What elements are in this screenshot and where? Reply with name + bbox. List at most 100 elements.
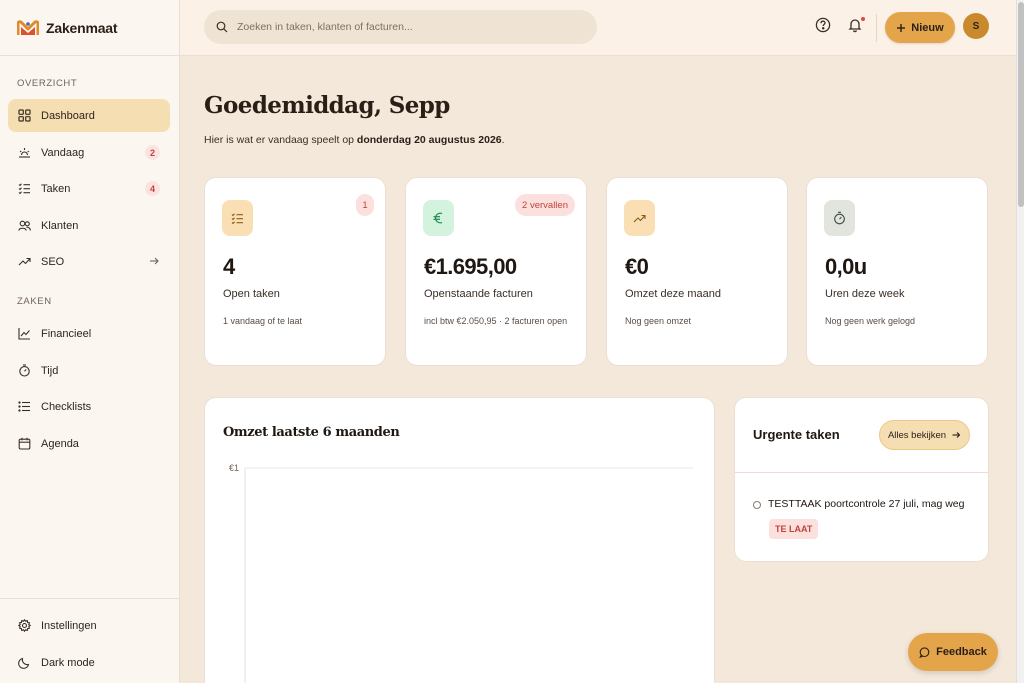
subtitle-suffix: . — [501, 134, 505, 146]
chat-bubble-icon — [919, 646, 930, 658]
trend-icon — [18, 255, 31, 268]
new-button[interactable]: Nieuw — [885, 12, 955, 43]
moon-icon — [18, 656, 31, 669]
stat-card-hours-week[interactable]: 0,0u Uren deze week Nog geen werk gelogd — [806, 177, 988, 366]
revenue-chart: €1 — [229, 463, 693, 683]
stat-card-open-tasks[interactable]: 1 4 Open taken 1 vandaag of te laat — [204, 177, 386, 366]
scrollbar[interactable] — [1016, 0, 1024, 683]
count-badge: 4 — [145, 181, 160, 196]
help-button[interactable] — [815, 17, 833, 35]
stat-card-open-invoices[interactable]: 2 vervallen €1.695,00 Openstaande factur… — [405, 177, 587, 366]
sidebar-item-label: Checklists — [41, 400, 92, 413]
users-icon — [18, 219, 31, 232]
sidebar-item-label: Dark mode — [41, 656, 95, 669]
sidebar-item-label: Agenda — [41, 437, 79, 450]
plus-icon — [896, 23, 906, 33]
view-all-label: Alles bekijken — [887, 429, 947, 441]
sidebar-item-seo[interactable]: SEO — [8, 245, 170, 278]
stat-icon-wrap — [222, 200, 253, 236]
stat-note: 1 vandaag of te laat — [223, 316, 303, 326]
notification-dot — [861, 17, 865, 21]
status-badge: 1 — [356, 194, 374, 216]
stopwatch-icon — [18, 364, 31, 377]
avatar[interactable]: S — [963, 13, 989, 39]
sidebar-item-financieel[interactable]: Financieel — [8, 317, 170, 350]
stat-card-revenue-month[interactable]: €0 Omzet deze maand Nog geen omzet — [606, 177, 788, 366]
feedback-button[interactable]: Feedback — [908, 633, 998, 671]
task-title: TESTTAAK poortcontrole 27 juli, mag weg — [768, 498, 965, 510]
stat-value: 0,0u — [825, 254, 867, 279]
sidebar-item-label: Taken — [41, 182, 71, 195]
stat-note: Nog geen omzet — [625, 316, 692, 326]
grid-icon — [18, 109, 31, 122]
feedback-label: Feedback — [936, 646, 987, 658]
brand[interactable]: Zakenmaat — [0, 0, 179, 56]
sidebar-item-tijd[interactable]: Tijd — [8, 354, 170, 387]
sunrise-icon — [18, 146, 31, 159]
urgent-tasks-header: Urgente taken Alles bekijken — [735, 398, 988, 473]
sidebar-item-agenda[interactable]: Agenda — [8, 427, 170, 460]
stat-label: Omzet deze maand — [625, 288, 721, 300]
arrow-right-icon — [148, 255, 160, 267]
stat-note: incl btw €2.050,95 · 2 facturen open — [424, 316, 568, 326]
section-label-overview: OVERZICHT — [17, 78, 78, 89]
stat-label: Openstaande facturen — [424, 288, 533, 300]
sidebar: Zakenmaat OVERZICHT Dashboard Vandaag 2 … — [0, 0, 180, 683]
search-input[interactable] — [237, 21, 567, 33]
arrow-right-icon — [951, 430, 961, 440]
help-icon — [815, 17, 833, 33]
sidebar-item-settings[interactable]: Instellingen — [8, 609, 170, 642]
sidebar-item-klanten[interactable]: Klanten — [8, 209, 170, 242]
task-checkbox[interactable] — [753, 501, 761, 509]
search-bar[interactable] — [204, 10, 597, 44]
sidebar-item-label: Instellingen — [41, 619, 97, 632]
chart-title: Omzet laatste 6 maanden — [223, 425, 400, 440]
search-icon — [216, 21, 228, 33]
sidebar-item-label: Tijd — [41, 364, 59, 377]
y-tick-label: €1 — [229, 463, 239, 473]
stat-icon-wrap — [824, 200, 855, 236]
stat-icon-wrap — [624, 200, 655, 236]
sidebar-item-label: Financieel — [41, 327, 92, 340]
subtitle-date: donderdag 20 augustus 2026 — [356, 134, 502, 146]
status-badge: TE LAAT — [769, 519, 819, 539]
list-icon — [18, 400, 31, 413]
checklist-icon — [231, 212, 244, 225]
gear-icon — [18, 619, 31, 632]
stat-value: €1.695,00 — [424, 254, 517, 279]
page-subtitle: Hier is wat er vandaag speelt op donderd… — [204, 134, 505, 146]
sidebar-item-dashboard[interactable]: Dashboard — [8, 99, 170, 132]
sidebar-item-checklists[interactable]: Checklists — [8, 390, 170, 423]
subtitle-text: Hier is wat er vandaag speelt op — [204, 134, 354, 146]
stat-value: 4 — [223, 254, 235, 279]
new-button-label: Nieuw — [911, 21, 944, 34]
notifications-button[interactable] — [847, 17, 865, 35]
dark-mode-toggle[interactable]: Dark mode — [8, 646, 170, 679]
sidebar-item-label: Klanten — [41, 219, 79, 232]
stopwatch-icon — [833, 211, 846, 225]
status-badge: 2 vervallen — [515, 194, 575, 216]
divider — [876, 14, 877, 42]
urgent-tasks-card: Urgente taken Alles bekijken TESTTAAK po… — [734, 397, 989, 562]
sidebar-item-label: Vandaag — [41, 146, 85, 159]
trend-up-icon — [633, 212, 646, 225]
stat-label: Uren deze week — [825, 288, 905, 300]
sidebar-footer — [0, 598, 179, 599]
calendar-icon — [18, 437, 31, 450]
sidebar-item-label: Dashboard — [41, 109, 95, 122]
section-label-business: ZAKEN — [17, 296, 52, 307]
stat-note: Nog geen werk gelogd — [825, 316, 916, 326]
view-all-button[interactable]: Alles bekijken — [879, 420, 970, 450]
page-title: Goedemiddag, Sepp — [204, 92, 450, 119]
euro-icon — [432, 211, 445, 225]
stat-label: Open taken — [223, 288, 280, 300]
count-badge: 2 — [145, 145, 160, 160]
sidebar-item-vandaag[interactable]: Vandaag 2 — [8, 136, 170, 169]
revenue-chart-card: Omzet laatste 6 maanden €1 — [204, 397, 715, 683]
app-name: Zakenmaat — [46, 19, 118, 36]
chart-line-icon — [18, 327, 31, 340]
stat-value: €0 — [625, 254, 649, 279]
scrollbar-thumb[interactable] — [1018, 2, 1024, 207]
urgent-tasks-title: Urgente taken — [753, 427, 840, 442]
sidebar-item-taken[interactable]: Taken 4 — [8, 172, 170, 205]
